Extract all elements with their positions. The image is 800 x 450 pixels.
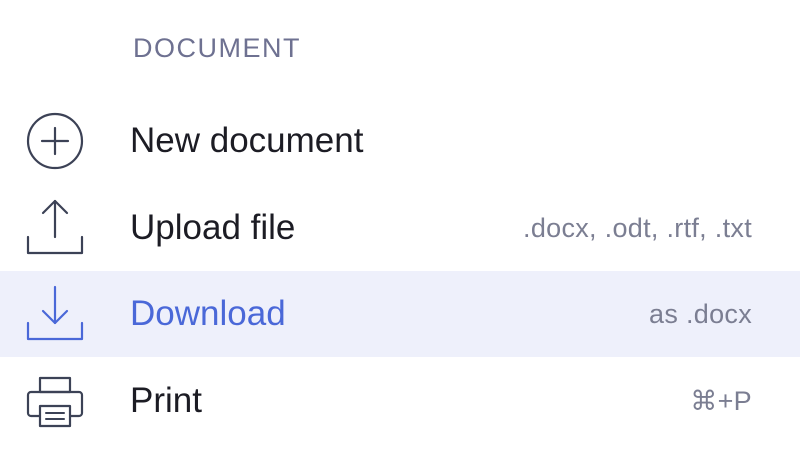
menu-item-label: New document [130, 121, 364, 160]
menu-item-upload-file[interactable]: Upload file .docx, .odt, .rtf, .txt [0, 185, 800, 271]
download-format-hint: as .docx [649, 298, 752, 329]
section-header: DOCUMENT [133, 33, 301, 63]
plus-circle-icon [20, 106, 90, 176]
menu-item-download[interactable]: Download as .docx [0, 271, 800, 357]
keyboard-shortcut-hint: ⌘+P [690, 385, 752, 416]
file-types-hint: .docx, .odt, .rtf, .txt [523, 212, 752, 243]
printer-icon [20, 366, 90, 436]
download-icon [20, 279, 90, 349]
menu-item-print[interactable]: Print ⌘+P [0, 358, 800, 444]
menu-item-label: Upload file [130, 208, 296, 247]
menu-item-new-document[interactable]: New document [0, 98, 800, 184]
document-menu: DOCUMENT New document Upload file .docx,… [0, 0, 800, 450]
upload-icon [20, 193, 90, 263]
menu-item-label: Print [130, 381, 202, 420]
menu-item-label: Download [130, 294, 286, 333]
